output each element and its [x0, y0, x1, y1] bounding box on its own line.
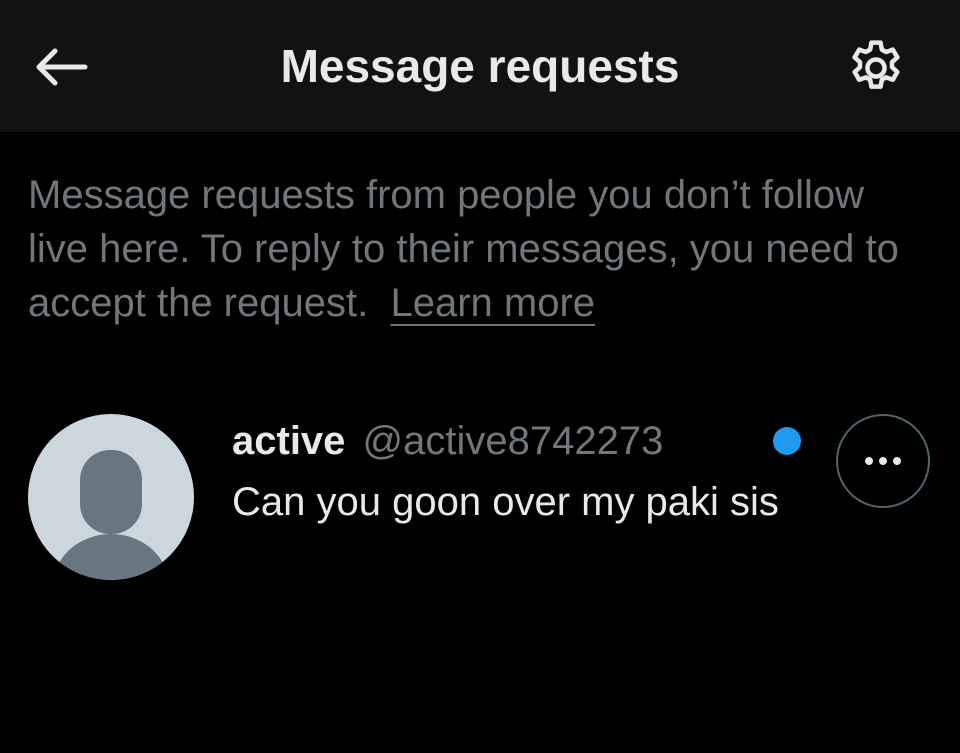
avatar[interactable]	[28, 414, 194, 580]
message-preview: Can you goon over my paki sis	[232, 480, 779, 524]
unread-indicator	[773, 427, 801, 455]
top-app-bar: Message requests	[0, 0, 960, 132]
learn-more-link[interactable]: Learn more	[390, 281, 595, 325]
info-message: Message requests from people you don’t f…	[28, 168, 928, 330]
gear-icon	[852, 40, 900, 89]
more-options-button[interactable]	[836, 414, 930, 508]
default-avatar-icon	[53, 450, 169, 580]
sender-handle: @active8742273	[362, 419, 664, 463]
sender-name: active	[232, 419, 346, 463]
page-title: Message requests	[280, 40, 680, 92]
message-request-item[interactable]: active @active8742273 Can you goon over …	[0, 400, 960, 600]
settings-button[interactable]	[838, 32, 914, 104]
request-header: active @active8742273	[232, 416, 663, 466]
more-horizontal-icon	[865, 457, 901, 465]
